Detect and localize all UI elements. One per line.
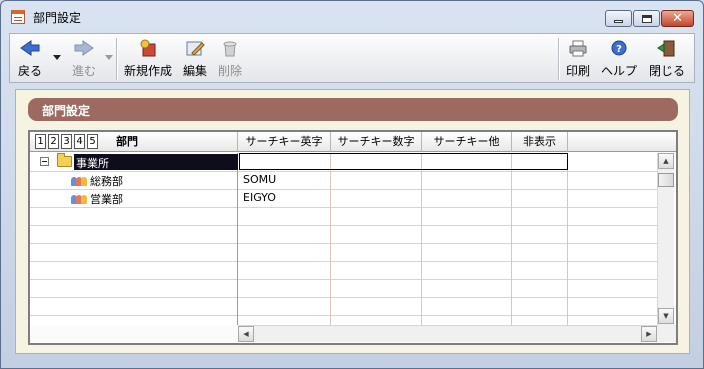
new-label: 新規作成 [123,64,172,78]
trash-icon [219,39,241,57]
horizontal-scrollbar[interactable]: ◀ ▶ [238,325,658,342]
column-divider [511,153,512,325]
grid-header: 1 2 3 4 5 部門 サーチキー英字 サーチキー数字 サーチキー他 非表示 [30,132,676,152]
back-button[interactable]: 戻る [14,34,46,82]
maximize-icon [641,14,652,23]
level-4-button[interactable]: 4 [74,134,85,149]
maximize-button[interactable] [633,10,660,27]
folder-icon [57,153,72,167]
column-divider [421,153,422,325]
toolbar-separator [558,38,559,80]
grid-body: 事業所 総務部 SOMU 営業部 EIGYO ▲ ▼ [30,153,676,325]
print-button[interactable]: 印刷 [563,34,593,82]
row-divider [30,171,658,172]
calendar-icon [11,10,25,24]
close-label: 閉じる [648,64,685,78]
collapse-toggle-icon[interactable] [40,157,49,166]
edit-label: 編集 [182,64,207,78]
column-header-search-number[interactable]: サーチキー数字 [331,132,422,152]
minimize-icon [614,20,623,23]
level-3-button[interactable]: 3 [61,134,72,149]
scroll-right-icon[interactable]: ▶ [641,326,657,342]
back-label: 戻る [17,64,42,78]
content-panel: 部門設定 1 2 3 4 5 部門 サーチキー英字 サーチキー数字 サーチキー他… [15,89,690,354]
column-divider [330,153,331,325]
row-divider [30,243,658,244]
level-5-button[interactable]: 5 [87,134,98,149]
search-key-alpha-value[interactable]: EIGYO [243,191,276,204]
forward-arrow-icon [73,39,95,57]
column-header-hidden[interactable]: 非表示 [512,132,568,152]
department-grid[interactable]: 1 2 3 4 5 部門 サーチキー英字 サーチキー数字 サーチキー他 非表示 [28,130,678,345]
scroll-down-icon[interactable]: ▼ [658,308,674,324]
department-name[interactable]: 営業部 [90,191,123,207]
people-group-icon [71,192,87,204]
scroll-left-icon[interactable]: ◀ [238,326,254,342]
people-group-icon [71,174,87,186]
back-arrow-icon [19,39,41,57]
forward-button[interactable]: 進む [66,34,102,82]
close-icon: ✕ [672,11,683,26]
table-row[interactable]: 事業所 [30,153,238,171]
forward-label: 進む [71,64,96,78]
toolbar-separator [116,38,117,80]
column-header-search-other[interactable]: サーチキー他 [422,132,512,152]
delete-button[interactable]: 削除 [215,34,245,82]
printer-icon [567,39,589,57]
svg-text:?: ? [616,44,622,55]
forward-dropdown-icon[interactable] [105,55,113,60]
window-title: 部門設定 [33,11,82,25]
level-2-button[interactable]: 2 [48,134,59,149]
help-label: ヘルプ [600,64,637,78]
row-divider [30,261,658,262]
row-divider [30,225,658,226]
frozen-column-footer [30,325,238,342]
column-header-search-alpha[interactable]: サーチキー英字 [238,132,331,152]
column-divider [237,153,238,325]
new-button[interactable]: 新規作成 [122,34,174,82]
toolbar: 戻る 進む 新規作成 編集 削除 印刷 ? ヘルプ 閉じる [9,33,695,83]
scroll-up-icon[interactable]: ▲ [658,153,674,169]
delete-label: 削除 [217,64,242,78]
department-name[interactable]: 総務部 [90,173,123,189]
close-window-button[interactable]: ✕ [661,10,694,27]
close-button[interactable]: 閉じる [646,34,688,82]
back-dropdown-icon[interactable] [53,55,61,60]
level-1-button[interactable]: 1 [35,134,46,149]
help-button[interactable]: ? ヘルプ [599,34,639,82]
selected-row-outline [239,153,568,170]
column-header-department[interactable]: 部門 [116,132,238,152]
exit-door-icon [656,39,678,57]
edit-pencil-icon [184,39,206,57]
row-divider [30,315,658,316]
minimize-button[interactable] [605,10,632,27]
row-divider [30,297,658,298]
title-bar[interactable]: 部門設定 ✕ [1,1,703,31]
print-label: 印刷 [565,64,590,78]
row-divider [30,207,658,208]
row-divider [30,189,658,190]
main-window: 部門設定 ✕ 戻る 進む 新規作成 編集 削除 印刷 ? ヘルプ 閉じる 部門設… [0,0,704,369]
department-name: 事業所 [76,157,109,170]
new-item-icon [137,39,159,57]
section-title: 部門設定 [28,98,678,121]
vertical-scrollbar[interactable]: ▲ ▼ [657,153,674,325]
column-divider [567,153,568,325]
edit-button[interactable]: 編集 [180,34,210,82]
row-divider [30,279,658,280]
help-icon: ? [608,39,630,57]
scrollbar-corner [658,325,676,342]
search-key-alpha-value[interactable]: SOMU [243,173,276,186]
vertical-scroll-thumb[interactable] [658,173,674,187]
